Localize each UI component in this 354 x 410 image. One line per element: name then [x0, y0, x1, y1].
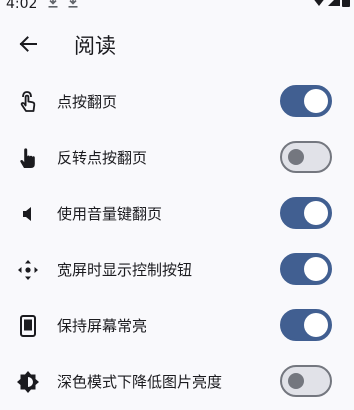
status-bar: 4:02 — [0, 0, 354, 14]
setting-volume-keys[interactable]: 使用音量键翻页 — [0, 186, 354, 242]
switch-thumb — [304, 313, 328, 337]
page-title: 阅读 — [74, 34, 116, 58]
switch-thumb — [304, 257, 328, 281]
settings-list: 点按翻页 反转点按翻页 使用音量键翻页 宽屏时显示控制按钮 保持屏幕常亮 深色模… — [0, 74, 354, 410]
phone-screen-icon — [16, 314, 40, 338]
arrow-back-icon — [19, 36, 37, 56]
wifi-icon — [312, 0, 326, 6]
download-icon — [48, 0, 58, 10]
setting-keep-screen-on[interactable]: 保持屏幕常亮 — [0, 298, 354, 354]
reverse-tap-switch[interactable] — [280, 141, 332, 173]
download-icon — [68, 0, 78, 10]
signal-icon — [328, 0, 340, 6]
switch-thumb — [288, 373, 304, 389]
setting-tap-to-turn-page[interactable]: 点按翻页 — [0, 74, 354, 130]
back-button[interactable] — [12, 30, 44, 62]
tap-to-turn-page-switch[interactable] — [280, 85, 332, 117]
app-bar: 阅读 — [0, 22, 354, 70]
setting-label: 使用音量键翻页 — [57, 205, 163, 223]
pointer-hand-icon — [16, 146, 40, 170]
setting-reverse-tap[interactable]: 反转点按翻页 — [0, 130, 354, 186]
setting-label: 点按翻页 — [57, 93, 118, 111]
volume-icon — [16, 202, 40, 226]
dim-images-switch[interactable] — [280, 365, 332, 397]
setting-widescreen-controls[interactable]: 宽屏时显示控制按钮 — [0, 242, 354, 298]
setting-label: 深色模式下降低图片亮度 — [57, 373, 223, 391]
widescreen-controls-switch[interactable] — [280, 253, 332, 285]
brightness-icon — [16, 370, 40, 394]
keep-screen-on-switch[interactable] — [280, 309, 332, 341]
switch-thumb — [288, 149, 304, 165]
setting-dim-images-dark-mode[interactable]: 深色模式下降低图片亮度 — [0, 354, 354, 410]
control-move-icon — [16, 258, 40, 282]
switch-thumb — [304, 89, 328, 113]
setting-label: 保持屏幕常亮 — [57, 317, 148, 335]
setting-label: 反转点按翻页 — [57, 149, 148, 167]
battery-icon — [342, 0, 350, 7]
status-right-icons — [312, 0, 350, 10]
status-time: 4:02 — [6, 0, 38, 12]
switch-thumb — [304, 201, 328, 225]
setting-label: 宽屏时显示控制按钮 — [57, 261, 193, 279]
volume-keys-switch[interactable] — [280, 197, 332, 229]
touch-app-icon — [16, 90, 40, 114]
